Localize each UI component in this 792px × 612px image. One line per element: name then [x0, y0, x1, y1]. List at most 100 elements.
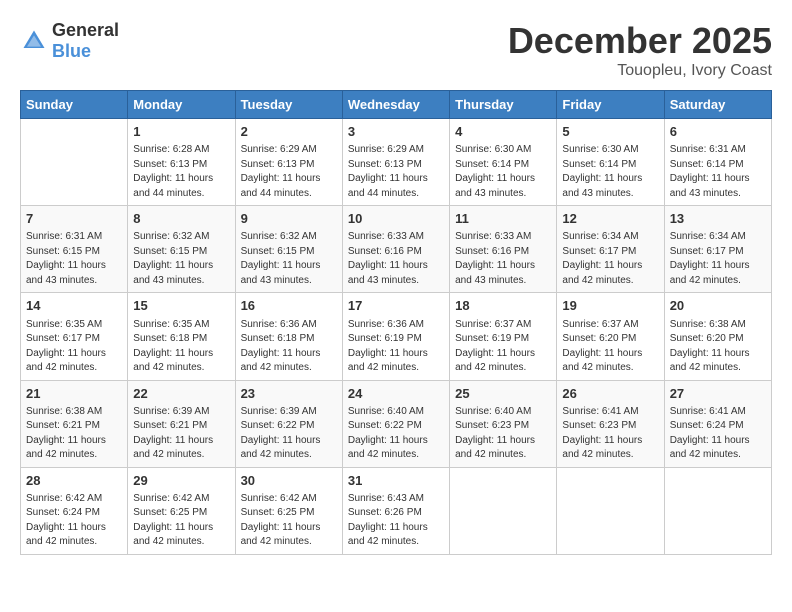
day-number: 31 — [348, 472, 444, 490]
calendar-week-2: 7 Sunrise: 6:31 AMSunset: 6:15 PMDaylight… — [21, 206, 772, 293]
day-number: 22 — [133, 385, 229, 403]
day-number: 24 — [348, 385, 444, 403]
day-number: 6 — [670, 123, 766, 141]
cell-info: Sunrise: 6:39 AMSunset: 6:22 PMDaylight:… — [241, 405, 337, 463]
cell-info: Sunrise: 6:29 AMSunset: 6:13 PMDaylight:… — [241, 143, 337, 201]
day-number: 11 — [455, 210, 551, 228]
cell-info: Sunrise: 6:35 AMSunset: 6:17 PMDaylight:… — [26, 318, 122, 376]
header-monday: Monday — [128, 91, 235, 119]
calendar-cell: 20 Sunrise: 6:38 AMSunset: 6:20 PMDayligh… — [664, 293, 771, 380]
calendar-cell: 7 Sunrise: 6:31 AMSunset: 6:15 PMDaylight… — [21, 206, 128, 293]
calendar-cell: 30 Sunrise: 6:42 AMSunset: 6:25 PMDayligh… — [235, 467, 342, 554]
cell-info: Sunrise: 6:31 AMSunset: 6:15 PMDaylight:… — [26, 230, 122, 288]
cell-info: Sunrise: 6:38 AMSunset: 6:20 PMDaylight:… — [670, 318, 766, 376]
cell-info: Sunrise: 6:42 AMSunset: 6:25 PMDaylight:… — [133, 492, 229, 550]
calendar-cell: 27 Sunrise: 6:41 AMSunset: 6:24 PMDayligh… — [664, 380, 771, 467]
cell-info: Sunrise: 6:28 AMSunset: 6:13 PMDaylight:… — [133, 143, 229, 201]
day-number: 23 — [241, 385, 337, 403]
logo-text: General Blue — [52, 20, 119, 62]
cell-info: Sunrise: 6:38 AMSunset: 6:21 PMDaylight:… — [26, 405, 122, 463]
calendar-cell: 17 Sunrise: 6:36 AMSunset: 6:19 PMDayligh… — [342, 293, 449, 380]
calendar-cell: 11 Sunrise: 6:33 AMSunset: 6:16 PMDayligh… — [450, 206, 557, 293]
day-number: 5 — [562, 123, 658, 141]
calendar-cell: 23 Sunrise: 6:39 AMSunset: 6:22 PMDayligh… — [235, 380, 342, 467]
location-title: Touopleu, Ivory Coast — [508, 62, 772, 80]
cell-info: Sunrise: 6:31 AMSunset: 6:14 PMDaylight:… — [670, 143, 766, 201]
cell-info: Sunrise: 6:30 AMSunset: 6:14 PMDaylight:… — [455, 143, 551, 201]
day-number: 1 — [133, 123, 229, 141]
day-number: 14 — [26, 297, 122, 315]
calendar-cell: 1 Sunrise: 6:28 AMSunset: 6:13 PMDaylight… — [128, 119, 235, 206]
calendar-cell: 8 Sunrise: 6:32 AMSunset: 6:15 PMDaylight… — [128, 206, 235, 293]
header-tuesday: Tuesday — [235, 91, 342, 119]
day-number: 18 — [455, 297, 551, 315]
day-number: 4 — [455, 123, 551, 141]
header-wednesday: Wednesday — [342, 91, 449, 119]
cell-info: Sunrise: 6:40 AMSunset: 6:22 PMDaylight:… — [348, 405, 444, 463]
calendar-cell: 4 Sunrise: 6:30 AMSunset: 6:14 PMDaylight… — [450, 119, 557, 206]
day-number: 30 — [241, 472, 337, 490]
title-block: December 2025 Touopleu, Ivory Coast — [508, 20, 772, 80]
cell-info: Sunrise: 6:40 AMSunset: 6:23 PMDaylight:… — [455, 405, 551, 463]
calendar-week-4: 21 Sunrise: 6:38 AMSunset: 6:21 PMDayligh… — [21, 380, 772, 467]
day-number: 20 — [670, 297, 766, 315]
day-number: 12 — [562, 210, 658, 228]
day-number: 17 — [348, 297, 444, 315]
cell-info: Sunrise: 6:32 AMSunset: 6:15 PMDaylight:… — [133, 230, 229, 288]
month-title: December 2025 — [508, 20, 772, 62]
cell-info: Sunrise: 6:30 AMSunset: 6:14 PMDaylight:… — [562, 143, 658, 201]
cell-info: Sunrise: 6:42 AMSunset: 6:25 PMDaylight:… — [241, 492, 337, 550]
cell-info: Sunrise: 6:35 AMSunset: 6:18 PMDaylight:… — [133, 318, 229, 376]
day-number: 28 — [26, 472, 122, 490]
day-number: 10 — [348, 210, 444, 228]
day-number: 8 — [133, 210, 229, 228]
cell-info: Sunrise: 6:36 AMSunset: 6:18 PMDaylight:… — [241, 318, 337, 376]
calendar-cell: 13 Sunrise: 6:34 AMSunset: 6:17 PMDayligh… — [664, 206, 771, 293]
calendar-cell: 25 Sunrise: 6:40 AMSunset: 6:23 PMDayligh… — [450, 380, 557, 467]
day-number: 21 — [26, 385, 122, 403]
cell-info: Sunrise: 6:36 AMSunset: 6:19 PMDaylight:… — [348, 318, 444, 376]
calendar-cell: 31 Sunrise: 6:43 AMSunset: 6:26 PMDayligh… — [342, 467, 449, 554]
calendar-cell: 3Sunrise: 6:29 AMSunset: 6:13 PMDaylight… — [342, 119, 449, 206]
logo: General Blue — [20, 20, 119, 62]
calendar-cell: 10Sunrise: 6:33 AMSunset: 6:16 PMDayligh… — [342, 206, 449, 293]
calendar-cell: 15 Sunrise: 6:35 AMSunset: 6:18 PMDayligh… — [128, 293, 235, 380]
day-number: 25 — [455, 385, 551, 403]
calendar-cell: 2 Sunrise: 6:29 AMSunset: 6:13 PMDaylight… — [235, 119, 342, 206]
day-number: 29 — [133, 472, 229, 490]
calendar-table: SundayMondayTuesdayWednesdayThursdayFrid… — [20, 90, 772, 555]
day-number: 7 — [26, 210, 122, 228]
day-number: 27 — [670, 385, 766, 403]
logo-blue: Blue — [52, 41, 91, 61]
day-number: 13 — [670, 210, 766, 228]
day-number: 15 — [133, 297, 229, 315]
calendar-week-5: 28Sunrise: 6:42 AMSunset: 6:24 PMDayligh… — [21, 467, 772, 554]
calendar-cell: 14 Sunrise: 6:35 AMSunset: 6:17 PMDayligh… — [21, 293, 128, 380]
cell-info: Sunrise: 6:34 AMSunset: 6:17 PMDaylight:… — [670, 230, 766, 288]
calendar-cell: 5 Sunrise: 6:30 AMSunset: 6:14 PMDaylight… — [557, 119, 664, 206]
cell-info: Sunrise: 6:29 AMSunset: 6:13 PMDaylight:… — [348, 143, 444, 201]
cell-info: Sunrise: 6:37 AMSunset: 6:19 PMDaylight:… — [455, 318, 551, 376]
calendar-cell: 9Sunrise: 6:32 AMSunset: 6:15 PMDaylight… — [235, 206, 342, 293]
cell-info: Sunrise: 6:32 AMSunset: 6:15 PMDaylight:… — [241, 230, 337, 288]
calendar-week-1: 1 Sunrise: 6:28 AMSunset: 6:13 PMDaylight… — [21, 119, 772, 206]
day-number: 2 — [241, 123, 337, 141]
calendar-cell: 24 Sunrise: 6:40 AMSunset: 6:22 PMDayligh… — [342, 380, 449, 467]
day-number: 26 — [562, 385, 658, 403]
cell-info: Sunrise: 6:43 AMSunset: 6:26 PMDaylight:… — [348, 492, 444, 550]
header-sunday: Sunday — [21, 91, 128, 119]
cell-info: Sunrise: 6:41 AMSunset: 6:23 PMDaylight:… — [562, 405, 658, 463]
page-header: General Blue December 2025 Touopleu, Ivo… — [20, 20, 772, 80]
cell-info: Sunrise: 6:41 AMSunset: 6:24 PMDaylight:… — [670, 405, 766, 463]
calendar-cell — [664, 467, 771, 554]
day-number: 19 — [562, 297, 658, 315]
calendar-cell — [450, 467, 557, 554]
cell-info: Sunrise: 6:33 AMSunset: 6:16 PMDaylight:… — [455, 230, 551, 288]
calendar-week-3: 14 Sunrise: 6:35 AMSunset: 6:17 PMDayligh… — [21, 293, 772, 380]
header-friday: Friday — [557, 91, 664, 119]
calendar-cell: 22Sunrise: 6:39 AMSunset: 6:21 PMDayligh… — [128, 380, 235, 467]
calendar-cell — [21, 119, 128, 206]
calendar-cell: 6 Sunrise: 6:31 AMSunset: 6:14 PMDaylight… — [664, 119, 771, 206]
calendar-body: 1 Sunrise: 6:28 AMSunset: 6:13 PMDaylight… — [21, 119, 772, 555]
header-thursday: Thursday — [450, 91, 557, 119]
